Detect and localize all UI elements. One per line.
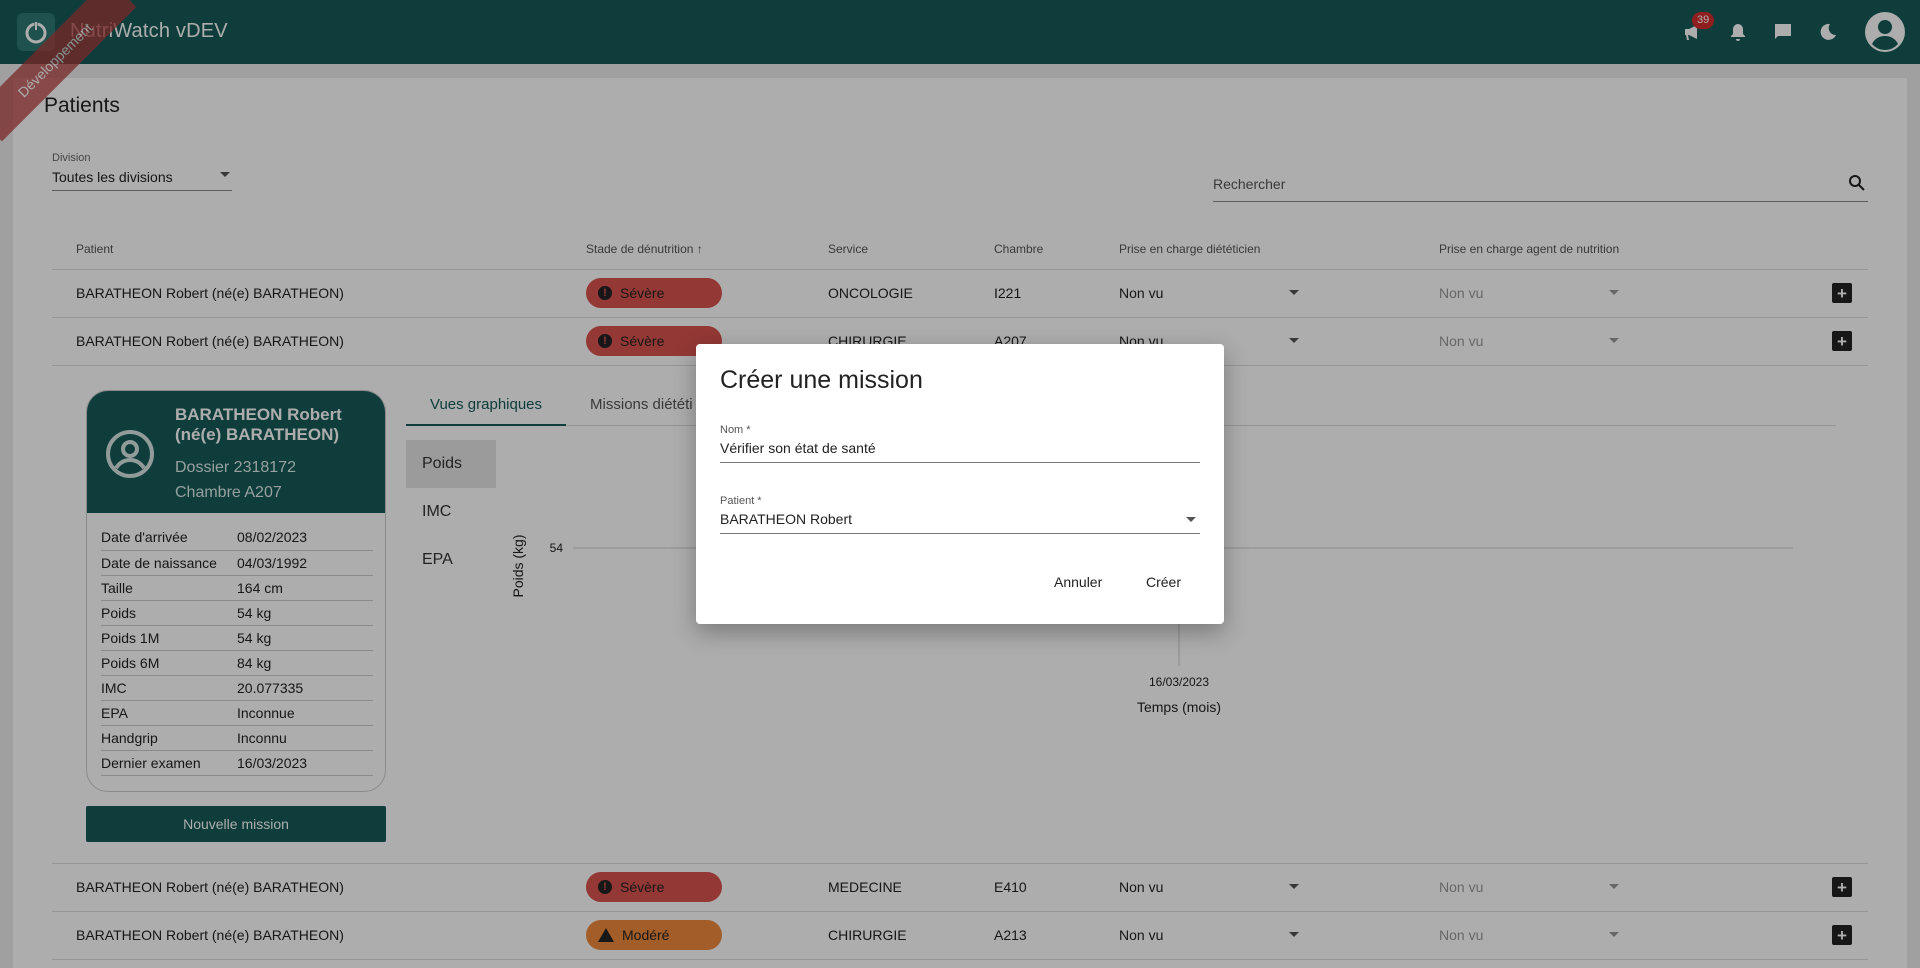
chevron-down-icon (1186, 517, 1196, 522)
create-button[interactable]: Créer (1146, 574, 1181, 590)
cancel-button[interactable]: Annuler (1054, 574, 1102, 590)
dialog-title: Créer une mission (720, 366, 923, 394)
mission-name-field[interactable]: Nom * Vérifier son état de santé (720, 424, 1200, 463)
create-mission-dialog: Créer une mission Nom * Vérifier son éta… (696, 344, 1224, 624)
mission-name-label: Nom * (720, 424, 751, 436)
patient-select-label: Patient * (720, 495, 762, 507)
patient-select[interactable]: Patient * BARATHEON Robert (720, 495, 1200, 534)
mission-name-input[interactable]: Vérifier son état de santé (720, 440, 1200, 462)
patient-select-value: BARATHEON Robert (720, 511, 852, 527)
